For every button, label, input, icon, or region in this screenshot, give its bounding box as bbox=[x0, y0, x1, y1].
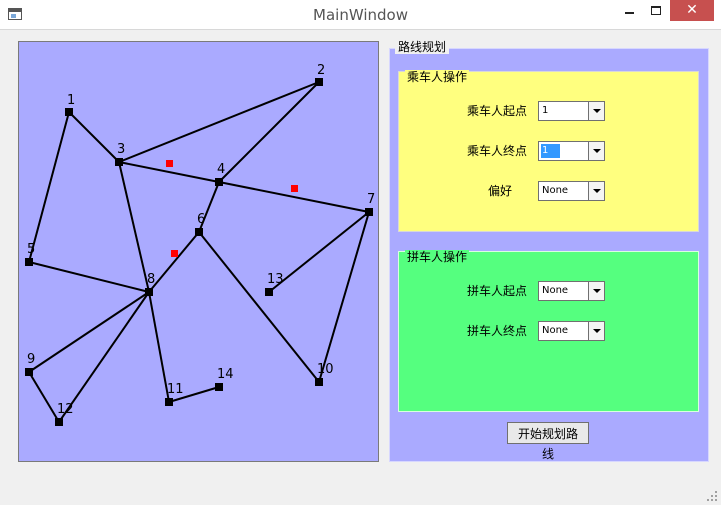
passenger-end-label: 乘车人终点 bbox=[467, 144, 528, 158]
edge-1-3 bbox=[68, 111, 120, 163]
chevron-down-icon[interactable] bbox=[588, 182, 604, 200]
passenger-end-select[interactable]: 1 bbox=[538, 141, 605, 161]
node-11[interactable] bbox=[165, 398, 173, 406]
node-label-2: 2 bbox=[317, 63, 325, 78]
maximize-button[interactable] bbox=[643, 0, 670, 21]
route-graph: 1234567891011121314 bbox=[25, 63, 375, 426]
chevron-down-icon[interactable] bbox=[588, 282, 604, 300]
node-14[interactable] bbox=[215, 383, 223, 391]
red-marker-c bbox=[171, 250, 178, 257]
close-button[interactable]: ✕ bbox=[670, 0, 714, 21]
node-label-12: 12 bbox=[57, 402, 74, 417]
red-marker-a bbox=[166, 160, 173, 167]
start-route-planning-button[interactable]: 开始规划路线 bbox=[507, 422, 589, 461]
route-planning-title: 路线规划 bbox=[395, 40, 450, 54]
title-bar: MainWindow ✕ bbox=[0, 0, 721, 30]
node-6[interactable] bbox=[195, 228, 203, 236]
node-label-4: 4 bbox=[217, 162, 225, 177]
map-canvas[interactable]: 1 2 3 4 5 6 7 8 9 10 11 12 13 14 bbox=[18, 41, 379, 462]
node-13[interactable] bbox=[265, 288, 273, 296]
preference-label: 偏好 bbox=[488, 184, 513, 198]
edge-1-5 bbox=[28, 111, 70, 263]
passenger-group-title: 乘车人操作 bbox=[405, 70, 470, 84]
node-label-1: 1 bbox=[67, 93, 75, 108]
node-7[interactable] bbox=[365, 208, 373, 216]
edge-7-10 bbox=[318, 211, 370, 383]
edge-3-2 bbox=[118, 81, 320, 163]
node-label-5: 5 bbox=[27, 242, 35, 257]
passenger-start-label: 乘车人起点 bbox=[467, 104, 528, 118]
passenger-end-value: 1 bbox=[541, 144, 561, 158]
edge-5-8 bbox=[28, 261, 150, 293]
minimize-button[interactable] bbox=[617, 0, 643, 21]
edge-6-8 bbox=[148, 231, 200, 293]
red-marker-b bbox=[291, 185, 298, 192]
resize-grip[interactable] bbox=[707, 491, 717, 501]
node-label-14: 14 bbox=[217, 367, 234, 382]
carpool-start-value: None bbox=[542, 285, 569, 296]
node-2[interactable] bbox=[315, 78, 323, 86]
edge-9-12 bbox=[28, 371, 60, 423]
chevron-down-icon[interactable] bbox=[588, 322, 604, 340]
node-label-3: 3 bbox=[117, 142, 125, 157]
node-8[interactable] bbox=[145, 288, 153, 296]
preference-value: None bbox=[542, 185, 569, 196]
carpool-start-label: 拼车人起点 bbox=[467, 284, 528, 298]
node-label-11: 11 bbox=[167, 382, 184, 397]
node-5[interactable] bbox=[25, 258, 33, 266]
carpool-end-label: 拼车人终点 bbox=[467, 324, 528, 338]
carpool-group-title: 拼车人操作 bbox=[405, 250, 470, 264]
carpool-start-select[interactable]: None bbox=[538, 281, 605, 301]
node-label-8: 8 bbox=[147, 272, 155, 287]
carpool-end-select[interactable]: None bbox=[538, 321, 605, 341]
node-1[interactable] bbox=[65, 108, 73, 116]
passenger-start-value: 1 bbox=[542, 105, 549, 116]
chevron-down-icon[interactable] bbox=[588, 142, 604, 160]
edge-7-13 bbox=[268, 211, 370, 293]
node-10[interactable] bbox=[315, 378, 323, 386]
edge-2-4 bbox=[218, 81, 320, 183]
node-label-7: 7 bbox=[367, 192, 375, 207]
edge-3-8 bbox=[118, 161, 150, 293]
node-label-9: 9 bbox=[27, 352, 35, 367]
node-9[interactable] bbox=[25, 368, 33, 376]
preference-select[interactable]: None bbox=[538, 181, 605, 201]
node-12[interactable] bbox=[55, 418, 63, 426]
window-title: MainWindow bbox=[313, 6, 408, 24]
node-label-6: 6 bbox=[197, 212, 205, 227]
close-icon: ✕ bbox=[686, 2, 698, 18]
node-4[interactable] bbox=[215, 178, 223, 186]
node-3[interactable] bbox=[115, 158, 123, 166]
edge-6-10 bbox=[198, 231, 320, 383]
node-label-13: 13 bbox=[267, 272, 284, 287]
node-label-10: 10 bbox=[317, 362, 334, 377]
chevron-down-icon[interactable] bbox=[588, 102, 604, 120]
carpool-end-value: None bbox=[542, 325, 569, 336]
passenger-start-select[interactable]: 1 bbox=[538, 101, 605, 121]
edge-8-11 bbox=[148, 291, 170, 403]
edge-8-9 bbox=[28, 291, 150, 373]
